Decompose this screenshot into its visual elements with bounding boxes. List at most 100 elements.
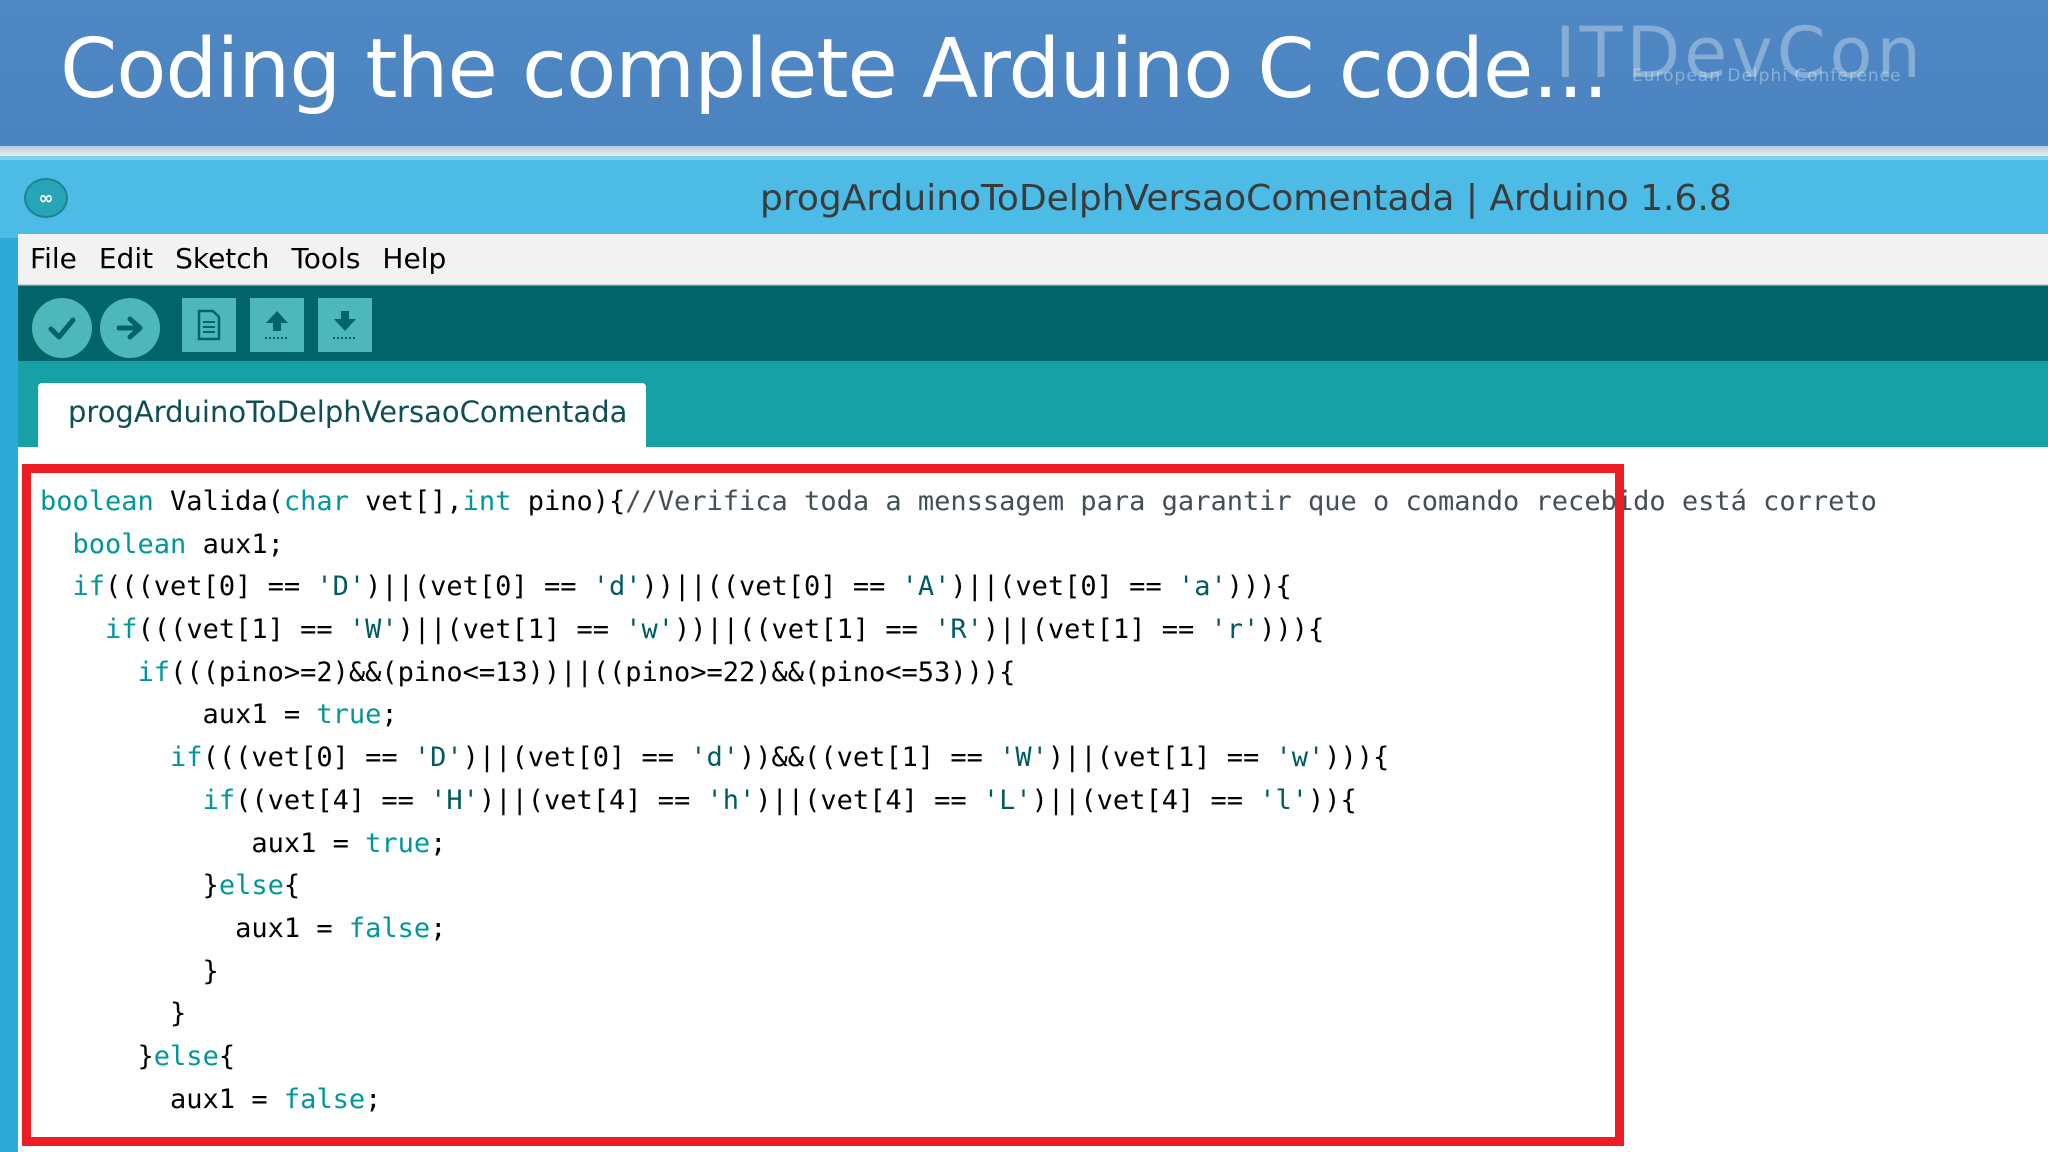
code-token: true: [316, 699, 382, 731]
code-token: ;: [365, 1083, 382, 1115]
code-token: }: [40, 870, 219, 902]
code-editor[interactable]: boolean Valida(char vet[],int pino){//Ve…: [18, 447, 2048, 1152]
code-token: )||(vet[4] ==: [1031, 784, 1260, 816]
code-line: }: [40, 993, 1877, 1036]
code-token: 'H': [430, 784, 479, 816]
code-line: }else{: [40, 865, 1877, 908]
save-button[interactable]: [318, 298, 372, 352]
code-token: )||(vet[0] ==: [462, 742, 691, 774]
code-token: false: [348, 912, 431, 944]
code-token: 'd': [690, 742, 740, 774]
upload-button[interactable]: [100, 298, 160, 358]
code-token: pino){: [511, 486, 626, 517]
code-token: }: [40, 955, 219, 987]
code-token: 'W': [348, 614, 398, 646]
menu-file[interactable]: File: [18, 242, 88, 275]
code-line: if(((pino>=2)&&(pino<=13))||((pino>=22)&…: [40, 652, 1877, 695]
arduino-infinity-icon: ∞: [24, 178, 68, 218]
code-line: }: [40, 951, 1877, 994]
code-line: if(((vet[0] == 'D')||(vet[0] == 'd'))||(…: [40, 566, 1877, 609]
code-line: if(((vet[0] == 'D')||(vet[0] == 'd'))&&(…: [40, 737, 1877, 780]
code-token: ))): [1226, 571, 1276, 603]
code-token: true: [365, 827, 431, 859]
code-line: aux1 = false;: [40, 1079, 1877, 1122]
menu-help[interactable]: Help: [371, 242, 457, 275]
code-token: ))||((vet[1] ==: [674, 614, 935, 646]
menu-edit[interactable]: Edit: [88, 242, 164, 275]
tab-label: progArduinoToDelphVersaoComentada: [68, 395, 628, 429]
slide-header: Coding the complete Arduino C code... IT…: [0, 0, 2048, 146]
code-token: 'l': [1259, 784, 1309, 816]
code-token: {: [1275, 571, 1292, 603]
code-line: aux1 = true;: [40, 823, 1877, 866]
code-token: ;: [430, 827, 447, 859]
code-token: //Verifica toda a menssagem para garanti…: [625, 486, 1877, 517]
code-token: false: [283, 1083, 366, 1115]
code-token: aux1 =: [40, 1083, 284, 1115]
code-token: {: [1340, 784, 1357, 816]
code-token: 'r': [1210, 614, 1260, 646]
code-token: 'a': [1177, 571, 1227, 603]
code-token: }: [40, 1040, 154, 1072]
code-line: boolean Valida(char vet[],int pino){//Ve…: [40, 481, 1877, 524]
code-token: 'd': [592, 571, 642, 603]
code-token: if: [105, 614, 138, 646]
code-token: 'w': [1275, 742, 1325, 774]
menu-sketch[interactable]: Sketch: [164, 242, 280, 275]
code-token: aux1 =: [40, 912, 349, 944]
menu-bar: File Edit Sketch Tools Help: [18, 234, 2048, 285]
code-token: )||(vet[1] ==: [397, 614, 626, 646]
code-token: 'D': [316, 571, 366, 603]
code-token: {: [218, 1040, 236, 1072]
code-line: if((vet[4] == 'H')||(vet[4] == 'h')||(ve…: [40, 780, 1877, 823]
code-token: 'L': [982, 784, 1032, 816]
code-token: ))||((vet[0] ==: [641, 571, 902, 603]
code-token: )): [1308, 784, 1341, 816]
save-down-arrow-icon: [333, 311, 357, 339]
open-button[interactable]: [250, 298, 304, 352]
toolbar: [18, 286, 2048, 361]
code-token: 'h': [706, 784, 756, 816]
code-line: if(((vet[1] == 'W')||(vet[1] == 'w'))||(…: [40, 609, 1877, 652]
code-token: ))): [1324, 742, 1374, 774]
new-sketch-button[interactable]: [182, 298, 236, 352]
code-line: aux1 = true;: [40, 694, 1877, 737]
menu-tools[interactable]: Tools: [280, 242, 371, 275]
verify-button[interactable]: [32, 298, 92, 358]
code-token: char: [283, 486, 349, 517]
code-line: boolean aux1;: [40, 524, 1877, 567]
conference-logo-subtitle: European Delphi Conference: [1632, 66, 1902, 86]
new-file-icon: [197, 309, 221, 341]
arduino-ide-window: ∞ progArduinoToDelphVersaoComentada | Ar…: [0, 156, 2048, 1152]
code-token: else: [153, 1040, 219, 1072]
code-token: 'D': [413, 742, 463, 774]
tab-bar: progArduinoToDelphVersaoComentada: [18, 361, 2048, 447]
code-token: if: [170, 742, 203, 774]
code-token: aux1;: [186, 528, 284, 560]
code-token: {: [283, 870, 301, 902]
window-titlebar: ∞ progArduinoToDelphVersaoComentada | Ar…: [0, 156, 2048, 238]
code-token: ;: [430, 912, 447, 944]
tab-sketch[interactable]: progArduinoToDelphVersaoComentada: [38, 383, 646, 447]
code-token: {: [1373, 742, 1390, 774]
checkmark-icon: [48, 317, 76, 340]
code-token: if: [137, 656, 171, 688]
code-token: )||(vet[4] ==: [755, 784, 983, 816]
open-up-arrow-icon: [265, 311, 289, 339]
code-line: aux1 = false;: [40, 908, 1877, 951]
code-token: aux1 =: [40, 699, 317, 731]
code-token: {: [1308, 614, 1325, 646]
code-token: ;: [381, 699, 398, 731]
code-line: }else{: [40, 1036, 1877, 1079]
header-divider: [0, 146, 2048, 156]
code-token: (((vet[0] ==: [202, 742, 414, 774]
code-token: 'R': [934, 614, 983, 646]
code-token: (((pino>=2)&&(pino<=13))||((pino>=22)&&(…: [170, 656, 1016, 688]
code-token: }: [40, 998, 187, 1030]
code-token: if: [72, 571, 106, 603]
code-token: )||(vet[0] ==: [950, 571, 1178, 603]
code-token: vet[],: [348, 486, 463, 517]
